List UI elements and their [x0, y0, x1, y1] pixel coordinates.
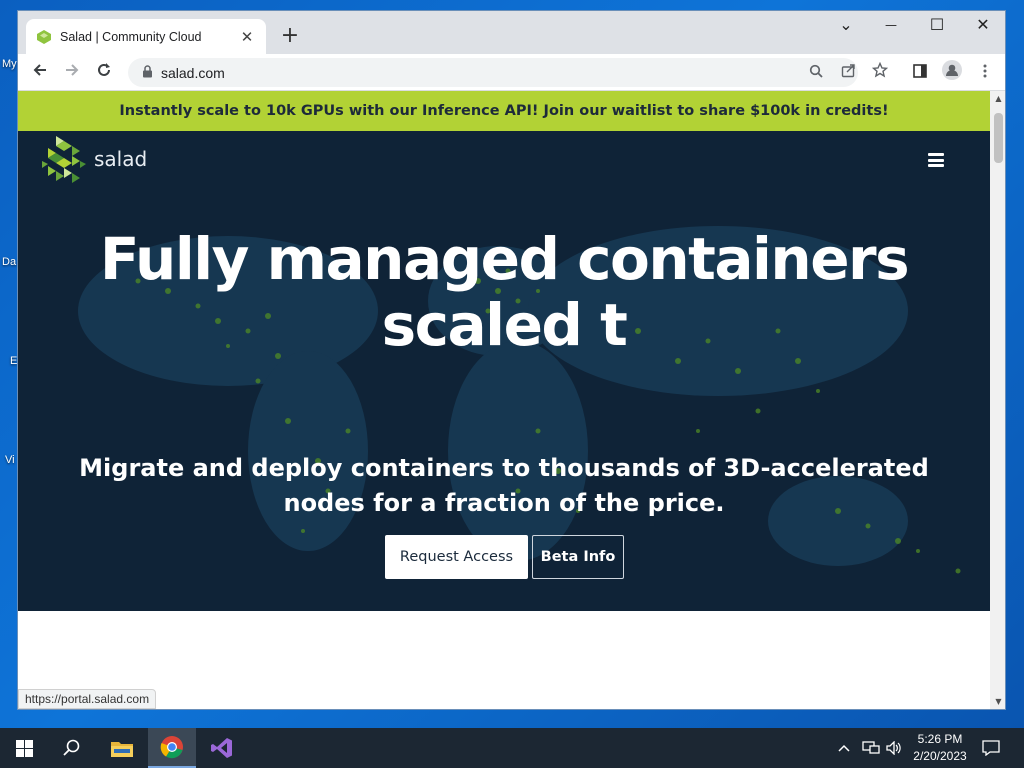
promo-banner-text: Instantly scale to 10k GPUs with our Inf…: [119, 103, 889, 119]
tab-close-icon[interactable]: ✕: [238, 28, 256, 46]
scrollbar-thumb[interactable]: [994, 113, 1003, 163]
address-url: salad.com: [161, 64, 225, 81]
clock-date: 2/20/2023: [913, 749, 967, 763]
salad-favicon-icon: [36, 29, 52, 45]
side-panel-icon[interactable]: [907, 60, 933, 86]
more-menu-icon[interactable]: [972, 60, 998, 86]
chrome-icon[interactable]: [148, 728, 196, 768]
salad-logo-icon[interactable]: [42, 136, 88, 190]
beta-info-button[interactable]: Beta Info: [532, 535, 624, 579]
hero-headline-line1: Fully managed containers: [99, 225, 910, 293]
scroll-up-arrow-icon[interactable]: ▲: [990, 94, 1005, 103]
windows-start-icon[interactable]: [0, 728, 48, 768]
close-window-button[interactable]: ✕: [960, 11, 1005, 41]
maximize-button[interactable]: ☐: [914, 11, 960, 41]
lock-icon: [142, 63, 153, 82]
address-bar[interactable]: salad.com: [128, 58, 858, 87]
hero-section: salad Fully managed containers scaled t …: [18, 131, 990, 611]
file-explorer-icon[interactable]: [98, 728, 146, 768]
share-icon[interactable]: [835, 60, 861, 86]
network-icon[interactable]: [862, 728, 880, 768]
desktop-icon-label[interactable]: Da: [2, 256, 16, 268]
site-logo-text[interactable]: salad: [94, 147, 147, 171]
zoom-search-icon[interactable]: [803, 60, 829, 86]
show-hidden-icons-chevron-icon[interactable]: [838, 728, 850, 768]
browser-window: Salad | Community Cloud ✕ + ⌄ — ☐ ✕ sala…: [17, 10, 1006, 710]
site-header: salad: [18, 131, 990, 191]
browser-toolbar: salad.com: [18, 54, 1005, 91]
hero-headline-line2: scaled t: [381, 291, 628, 359]
promo-banner[interactable]: Instantly scale to 10k GPUs with our Inf…: [18, 91, 990, 131]
minimize-button[interactable]: —: [868, 11, 914, 41]
request-access-button[interactable]: Request Access: [385, 535, 528, 579]
web-page: Instantly scale to 10k GPUs with our Inf…: [18, 91, 990, 709]
bookmark-star-icon[interactable]: [867, 60, 893, 86]
desktop-icon-label[interactable]: Vi: [5, 454, 15, 466]
new-tab-button[interactable]: +: [276, 23, 304, 51]
taskbar: 5:26 PM 2/20/2023: [0, 728, 1024, 768]
clock-time: 5:26 PM: [917, 732, 963, 746]
search-icon[interactable]: [48, 728, 96, 768]
scroll-down-arrow-icon[interactable]: ▼: [990, 697, 1005, 706]
hamburger-menu-icon[interactable]: [928, 153, 944, 167]
page-scrollbar[interactable]: ▲ ▼: [990, 91, 1005, 709]
visual-studio-icon[interactable]: [198, 728, 246, 768]
volume-icon[interactable]: [886, 728, 902, 768]
action-center-icon[interactable]: [982, 728, 1000, 768]
tab-strip: Salad | Community Cloud ✕ + ⌄ — ☐ ✕: [18, 11, 1005, 54]
link-status-bubble: https://portal.salad.com: [18, 689, 157, 709]
system-clock[interactable]: 5:26 PM 2/20/2023: [905, 731, 975, 765]
browser-tab[interactable]: Salad | Community Cloud ✕: [26, 19, 266, 54]
reload-icon[interactable]: [91, 60, 117, 86]
tab-title: Salad | Community Cloud: [60, 29, 202, 44]
forward-arrow-icon[interactable]: [59, 60, 85, 86]
desktop-icon-label[interactable]: My: [2, 58, 17, 70]
hero-headline: Fully managed containers scaled t: [58, 226, 950, 358]
profile-avatar-icon[interactable]: [939, 60, 965, 86]
back-arrow-icon[interactable]: [27, 60, 53, 86]
hero-subheadline: Migrate and deploy containers to thousan…: [79, 454, 929, 517]
page-below-hero: [18, 611, 990, 709]
tab-search-chevron-icon[interactable]: ⌄: [823, 11, 869, 41]
